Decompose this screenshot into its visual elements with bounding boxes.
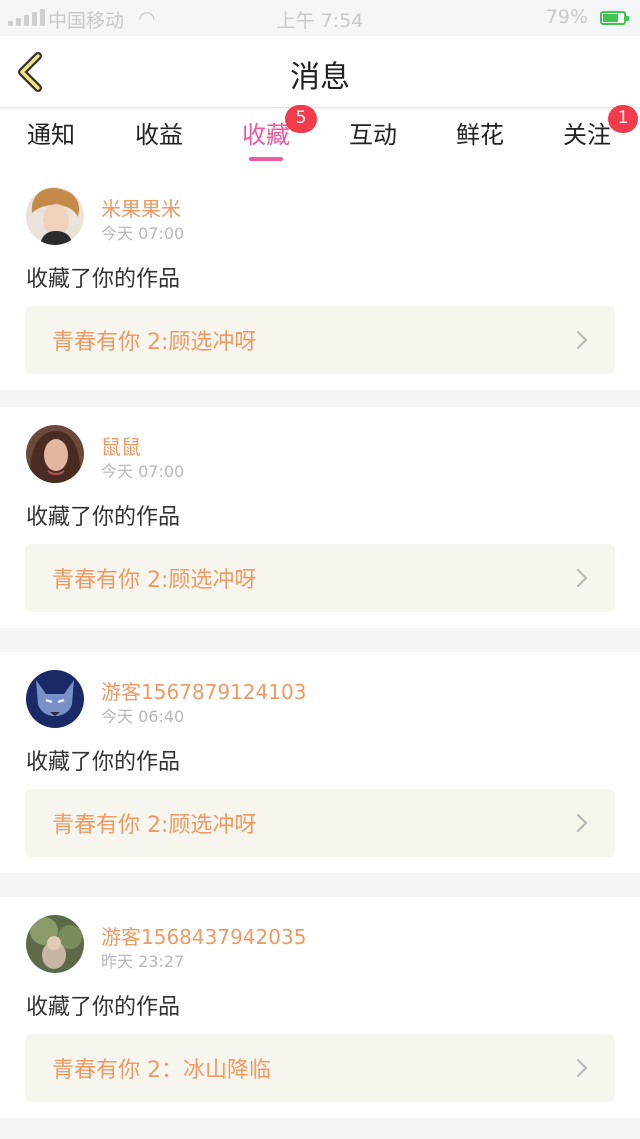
list-item: 米果果米 今天 07:00 收藏了你的作品 青春有你 2:顾选冲呀 [0, 169, 640, 390]
tab-flowers[interactable]: 鲜花 [435, 115, 525, 150]
work-title: 青春有你 2：冰山降临 [52, 1058, 271, 1083]
username[interactable]: 游客1567879124103 [101, 676, 306, 705]
tab-badge: 1 [608, 105, 638, 133]
avatar[interactable] [26, 670, 84, 728]
tab-favorites[interactable]: 收藏 5 [221, 105, 317, 161]
battery-percent: 79% [545, 6, 588, 28]
work-link-button[interactable]: 青春有你 2：冰山降临 [25, 1034, 615, 1102]
chevron-right-icon [576, 1058, 588, 1078]
timestamp: 今天 07:00 [101, 224, 185, 243]
avatar[interactable] [26, 425, 84, 483]
chevron-right-icon [576, 813, 588, 833]
list-item: 鼠鼠 今天 07:00 收藏了你的作品 青春有你 2:顾选冲呀 [0, 407, 640, 628]
list-item: 游客1567879124103 今天 06:40 收藏了你的作品 青春有你 2:… [0, 652, 640, 873]
tab-follows[interactable]: 关注 1 [542, 105, 638, 150]
work-title: 青春有你 2:顾选冲呀 [52, 330, 257, 355]
timestamp: 昨天 23:27 [101, 952, 185, 971]
action-text: 收藏了你的作品 [26, 505, 181, 530]
tab-label: 互动 [349, 121, 397, 149]
tab-interactions[interactable]: 互动 [328, 115, 418, 150]
tab-label: 收藏 [242, 121, 290, 149]
work-link-button[interactable]: 青春有你 2:顾选冲呀 [25, 306, 615, 374]
chevron-right-icon [576, 568, 588, 588]
timestamp: 今天 07:00 [101, 462, 185, 481]
page-title: 消息 [290, 60, 350, 95]
tab-bar: 通知 收益 收藏 5 互动 鲜花 关注 1 [0, 105, 640, 169]
work-title: 青春有你 2:顾选冲呀 [52, 568, 257, 593]
tab-label: 收益 [135, 121, 183, 149]
username[interactable]: 游客1568437942035 [101, 921, 306, 950]
list-item: 游客1568437942035 昨天 23:27 收藏了你的作品 青春有你 2：… [0, 897, 640, 1118]
tab-earnings[interactable]: 收益 [114, 115, 204, 150]
timestamp: 今天 06:40 [101, 707, 185, 726]
username[interactable]: 鼠鼠 [101, 431, 141, 460]
username[interactable]: 米果果米 [101, 193, 181, 222]
nav-bar: 消息 [0, 36, 640, 108]
tab-notifications[interactable]: 通知 [6, 115, 96, 150]
action-text: 收藏了你的作品 [26, 267, 181, 292]
work-link-button[interactable]: 青春有你 2:顾选冲呀 [25, 544, 615, 612]
tab-label: 关注 [563, 121, 611, 149]
avatar[interactable] [26, 915, 84, 973]
tab-label: 通知 [27, 121, 75, 149]
avatar[interactable] [26, 187, 84, 245]
chevron-right-icon [576, 330, 588, 350]
work-link-button[interactable]: 青春有你 2:顾选冲呀 [25, 789, 615, 857]
tab-label: 鲜花 [456, 121, 504, 149]
clock: 上午 7:54 [276, 10, 364, 32]
tab-badge: 5 [285, 105, 317, 133]
work-title: 青春有你 2:顾选冲呀 [52, 813, 257, 838]
active-tab-indicator [249, 157, 283, 161]
action-text: 收藏了你的作品 [26, 995, 181, 1020]
action-text: 收藏了你的作品 [26, 750, 181, 775]
status-bar: 中国移动 ◠ 上午 7:54 79% [0, 0, 640, 36]
battery-icon [600, 11, 629, 25]
